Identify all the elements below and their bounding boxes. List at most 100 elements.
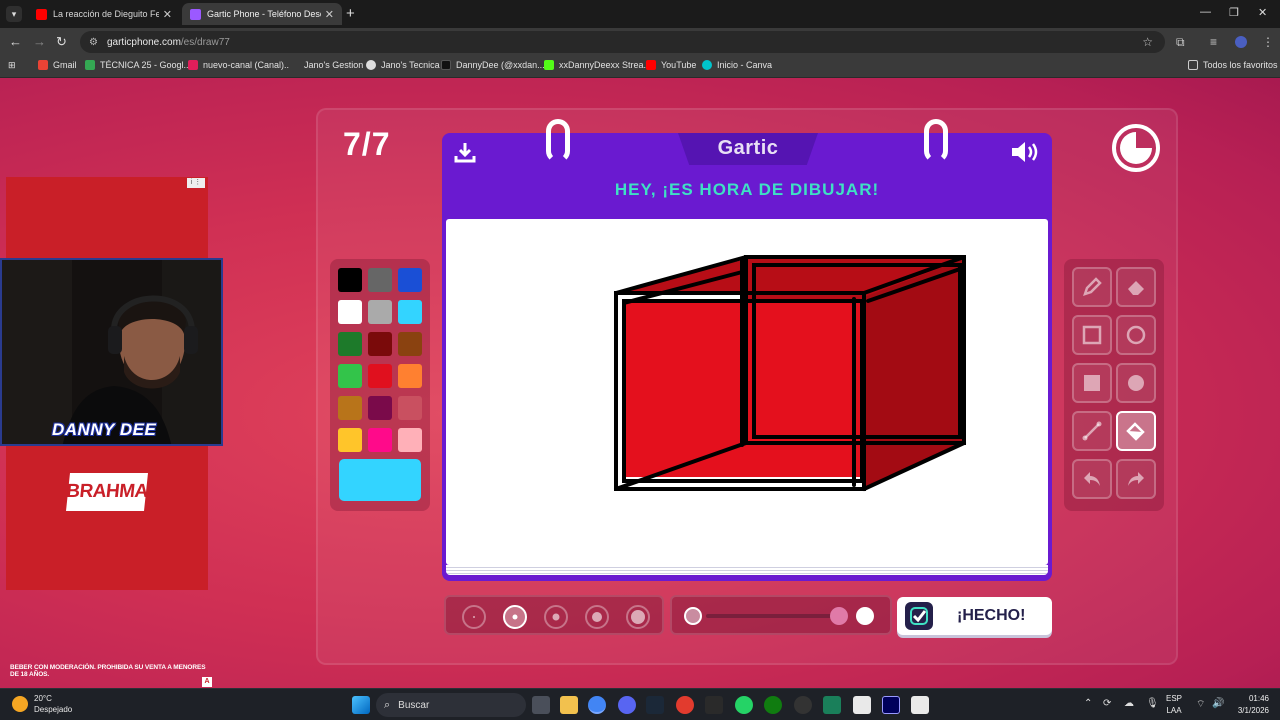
browser-tab[interactable]: La reacción de Dieguito Fernan ✕ xyxy=(28,3,180,25)
app-icon[interactable] xyxy=(823,696,841,714)
color-swatch-red[interactable] xyxy=(368,364,392,388)
media-controls-icon[interactable]: ≡ xyxy=(1210,35,1217,49)
filled-ellipse-tool-icon[interactable] xyxy=(1116,363,1156,403)
xbox-icon[interactable] xyxy=(764,696,782,714)
taskbar-search[interactable]: ⌕ Buscar xyxy=(376,693,526,717)
volume-icon[interactable] xyxy=(1010,141,1040,163)
bookmark-slack[interactable]: nuevo-canal (Canal)... xyxy=(188,60,292,70)
obs-icon[interactable] xyxy=(794,696,812,714)
epic-games-icon[interactable] xyxy=(705,696,723,714)
wifi-icon[interactable]: ⌔ xyxy=(1196,698,1205,711)
task-view-icon[interactable] xyxy=(532,696,550,714)
weather-widget[interactable]: 20°C Despejado xyxy=(12,693,72,715)
color-swatch-white[interactable] xyxy=(338,300,362,324)
color-swatch-orange[interactable] xyxy=(398,364,422,388)
browser-menu-icon[interactable]: ⋮ xyxy=(1262,35,1274,49)
app-icon[interactable] xyxy=(911,696,929,714)
windows-start-icon[interactable] xyxy=(352,696,370,714)
brush-size-2[interactable] xyxy=(503,605,527,629)
brush-size-5[interactable] xyxy=(626,605,650,629)
restore-icon[interactable]: ❐ xyxy=(1229,6,1239,19)
network-icon[interactable]: ☁ xyxy=(1124,698,1134,709)
pencil-tool-icon[interactable] xyxy=(1072,267,1112,307)
new-tab-button[interactable]: + xyxy=(346,5,355,22)
bookmark-kick[interactable]: xxDannyDeexx Strea... xyxy=(544,60,651,70)
minimize-icon[interactable]: — xyxy=(1200,6,1211,18)
all-bookmarks-folder[interactable]: Todos los favoritos xyxy=(1188,60,1278,70)
back-arrow-icon[interactable]: ← xyxy=(9,34,22,49)
drawing-canvas[interactable] xyxy=(446,219,1048,565)
browser-tab-active[interactable]: Gartic Phone - Teléfono Descon ✕ xyxy=(182,3,342,25)
rectangle-tool-icon[interactable] xyxy=(1072,315,1112,355)
volume-tray-icon[interactable]: 🔊 xyxy=(1212,698,1224,709)
bookmark-canva[interactable]: Inicio - Canva xyxy=(702,60,772,70)
color-swatch-yellow[interactable] xyxy=(338,428,362,452)
color-swatch-gray[interactable] xyxy=(368,268,392,292)
close-tab-icon[interactable]: ✕ xyxy=(325,8,334,21)
whatsapp-icon[interactable] xyxy=(735,696,753,714)
app-icon[interactable] xyxy=(676,696,694,714)
ad-choices-icon[interactable]: i ⋮ xyxy=(187,178,205,188)
tray-overflow-icon[interactable]: ⌃ xyxy=(1084,698,1092,709)
bookmark-tiktok[interactable]: DannyDee (@xxdan... xyxy=(441,60,545,70)
undo-icon[interactable] xyxy=(1072,459,1112,499)
url-bar[interactable]: ⚙ garticphone.com/es/draw77 ☆ xyxy=(80,31,1165,53)
color-swatch-rose[interactable] xyxy=(398,396,422,420)
steam-icon[interactable] xyxy=(646,696,664,714)
microphone-icon[interactable]: 🎙 xyxy=(1146,698,1159,709)
extensions-icon[interactable]: ⧉ xyxy=(1176,35,1185,50)
close-window-icon[interactable]: ✕ xyxy=(1258,6,1267,19)
profile-avatar[interactable] xyxy=(1235,36,1247,48)
download-icon[interactable] xyxy=(454,141,476,163)
bookmark-tecnica[interactable]: TÉCNICA 25 - Googl... xyxy=(85,60,191,70)
system-clock[interactable]: 01:46 3/1/2026 xyxy=(1225,693,1269,717)
line-tool-icon[interactable] xyxy=(1072,411,1112,451)
bookmark-label: Inicio - Canva xyxy=(717,60,773,70)
brush-size-1[interactable] xyxy=(462,605,486,629)
bookmark-janos-tecnica[interactable]: Jano's Tecnica xyxy=(366,60,440,70)
redo-icon[interactable] xyxy=(1116,459,1156,499)
color-swatch-dark-red[interactable] xyxy=(368,332,392,356)
bookmark-star-icon[interactable]: ☆ xyxy=(1142,35,1153,49)
color-swatch-black[interactable] xyxy=(338,268,362,292)
color-swatch-pink[interactable] xyxy=(368,428,392,452)
color-swatch-brown[interactable] xyxy=(398,332,422,356)
color-swatch-cyan[interactable] xyxy=(398,300,422,324)
opacity-handle[interactable] xyxy=(830,607,848,625)
filled-rectangle-tool-icon[interactable] xyxy=(1072,363,1112,403)
discord-icon[interactable] xyxy=(618,696,636,714)
opacity-slider[interactable] xyxy=(670,595,892,635)
reload-icon[interactable]: ↻ xyxy=(56,34,67,50)
bookmark-janos-gestion[interactable]: Jano's Gestion xyxy=(289,60,363,70)
color-swatch-plum[interactable] xyxy=(368,396,392,420)
file-explorer-icon[interactable] xyxy=(560,696,578,714)
chrome-icon[interactable] xyxy=(588,696,606,714)
color-swatch-light-gray[interactable] xyxy=(368,300,392,324)
app-icon[interactable] xyxy=(853,696,871,714)
bookmark-label: TÉCNICA 25 - Googl... xyxy=(100,60,192,70)
color-swatch-ochre[interactable] xyxy=(338,396,362,420)
clock-date: 3/1/2026 xyxy=(1237,706,1269,715)
tab-search-button[interactable]: ▾ xyxy=(6,6,22,22)
sync-icon[interactable]: ⟳ xyxy=(1103,698,1111,709)
color-swatch-dark-green[interactable] xyxy=(338,332,362,356)
ellipse-tool-icon[interactable] xyxy=(1116,315,1156,355)
eraser-tool-icon[interactable] xyxy=(1116,267,1156,307)
fill-bucket-tool-icon[interactable] xyxy=(1116,411,1156,451)
brush-size-3[interactable] xyxy=(544,605,568,629)
done-button[interactable]: ¡HECHO! xyxy=(897,597,1052,635)
language-indicator[interactable]: ESP LAA xyxy=(1162,693,1186,717)
brush-size-4[interactable] xyxy=(585,605,609,629)
color-swatch-light-pink[interactable] xyxy=(398,428,422,452)
bookmark-gmail[interactable]: Gmail xyxy=(38,60,77,70)
bookmark-youtube[interactable]: YouTube xyxy=(646,60,696,70)
premiere-pro-icon[interactable] xyxy=(882,696,900,714)
color-swatch-green[interactable] xyxy=(338,364,362,388)
color-swatch-blue[interactable] xyxy=(398,268,422,292)
opacity-track[interactable] xyxy=(706,614,846,618)
site-info-icon[interactable]: ⚙ xyxy=(89,37,98,48)
tab-title: Gartic Phone - Teléfono Descon xyxy=(207,9,321,19)
apps-grid-icon[interactable]: ⊞ xyxy=(8,60,16,71)
forward-arrow-icon[interactable]: → xyxy=(33,34,46,49)
close-tab-icon[interactable]: ✕ xyxy=(163,8,172,21)
